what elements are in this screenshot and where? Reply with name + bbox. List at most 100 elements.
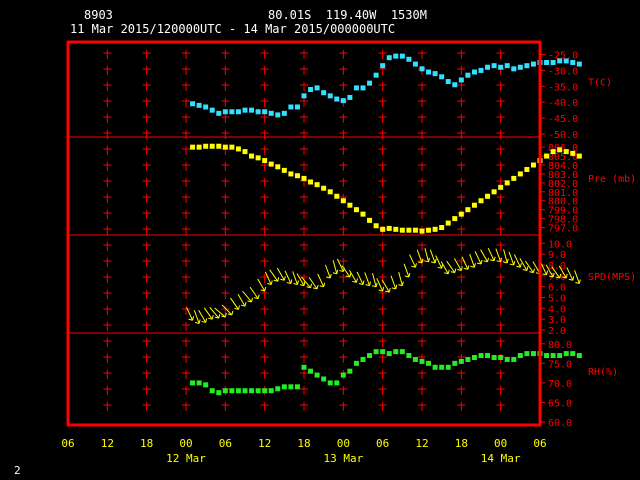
data-point [445,220,451,226]
wind-arrow [474,251,482,265]
wind-arrow-head [447,269,450,274]
wind-arrow [257,278,266,292]
data-point [229,388,235,394]
data-point [347,368,353,374]
data-point [570,351,576,357]
data-point [399,53,405,59]
data-point [268,388,274,394]
wind-arrow-head [296,280,299,285]
data-point [563,149,569,155]
page-number: 2 [14,464,21,477]
y-tick-label: 60.0 [548,418,572,429]
wind-arrow [508,251,515,266]
data-point [373,72,379,78]
data-point [367,80,373,86]
data-point [288,171,294,177]
data-point [222,109,228,115]
data-point [222,388,228,394]
y-tick-label: 6.0 [548,283,566,294]
data-point [235,109,241,115]
wind-arrow [566,267,574,281]
data-point [399,227,405,233]
wind-arrow-head [211,315,214,320]
wind-arrow [495,248,502,262]
data-point [353,207,359,213]
data-point [412,61,418,67]
data-point [222,144,228,150]
data-point [439,364,445,370]
data-point [321,185,327,191]
wind-arrow [376,278,384,292]
wind-arrow-head [231,310,234,315]
data-point [347,202,353,208]
wind-arrow-head [244,302,247,307]
wind-arrow-head [316,284,319,289]
panel-label: SPD(MPS) [588,272,636,283]
x-tick-label: 00 [179,437,192,450]
x-tick-label: 06 [533,437,546,450]
x-tick-label: 00 [337,437,350,450]
data-point [445,79,451,85]
data-point [550,149,556,155]
data-point [380,226,386,232]
wind-arrow-head [369,281,372,286]
wind-arrow [513,254,521,268]
y-tick-label: 75.0 [548,359,572,370]
data-point [209,388,215,394]
wind-arrow-head [310,283,313,288]
data-point [255,155,261,161]
data-point [426,227,432,233]
data-point [301,93,307,99]
x-tick-label: 18 [297,437,310,450]
data-point [478,353,484,359]
data-point [308,179,314,185]
data-point [242,388,248,394]
wind-arrow [332,260,338,274]
data-point [360,211,366,217]
wind-arrow-head [375,282,378,287]
data-point [190,101,196,107]
x-tick-label: 12 [415,437,428,450]
data-point [524,63,530,69]
wind-arrow-head [323,282,326,287]
data-point [419,358,425,364]
wind-arrow-head [192,316,195,321]
wind-arrow [237,293,246,307]
wind-arrow [540,261,548,276]
wind-arrow [230,297,239,310]
data-point [288,384,294,390]
data-point [203,382,209,388]
data-point [530,351,536,357]
data-point [301,364,307,370]
data-point [504,63,510,69]
y-tick-label: -35.0 [548,82,578,93]
data-point [458,77,464,83]
data-point [419,66,425,72]
data-point [288,104,294,110]
data-point [340,98,346,104]
data-point [249,153,255,159]
x-tick-label: 12 [101,437,114,450]
data-point [426,69,432,75]
wind-arrow [221,304,233,316]
data-point [249,388,255,394]
wind-arrow-head [519,263,522,268]
data-point [576,61,582,67]
wind-arrow-head [526,266,529,271]
data-point [544,153,550,159]
x-tick-label: 06 [219,437,232,450]
wind-arrow-head [434,258,437,264]
data-point [314,85,320,91]
wind-arrow-head [349,272,352,278]
data-point [275,164,281,170]
data-point [570,150,576,156]
data-point [485,353,491,359]
y-tick-label: 9.0 [548,250,566,261]
wind-arrow-head [467,265,470,270]
data-point [275,386,281,392]
data-point [281,384,287,390]
data-point [517,171,523,177]
wind-arrow-head [218,313,221,319]
wind-arrow-head [532,268,535,273]
wind-arrow-head [355,278,358,283]
